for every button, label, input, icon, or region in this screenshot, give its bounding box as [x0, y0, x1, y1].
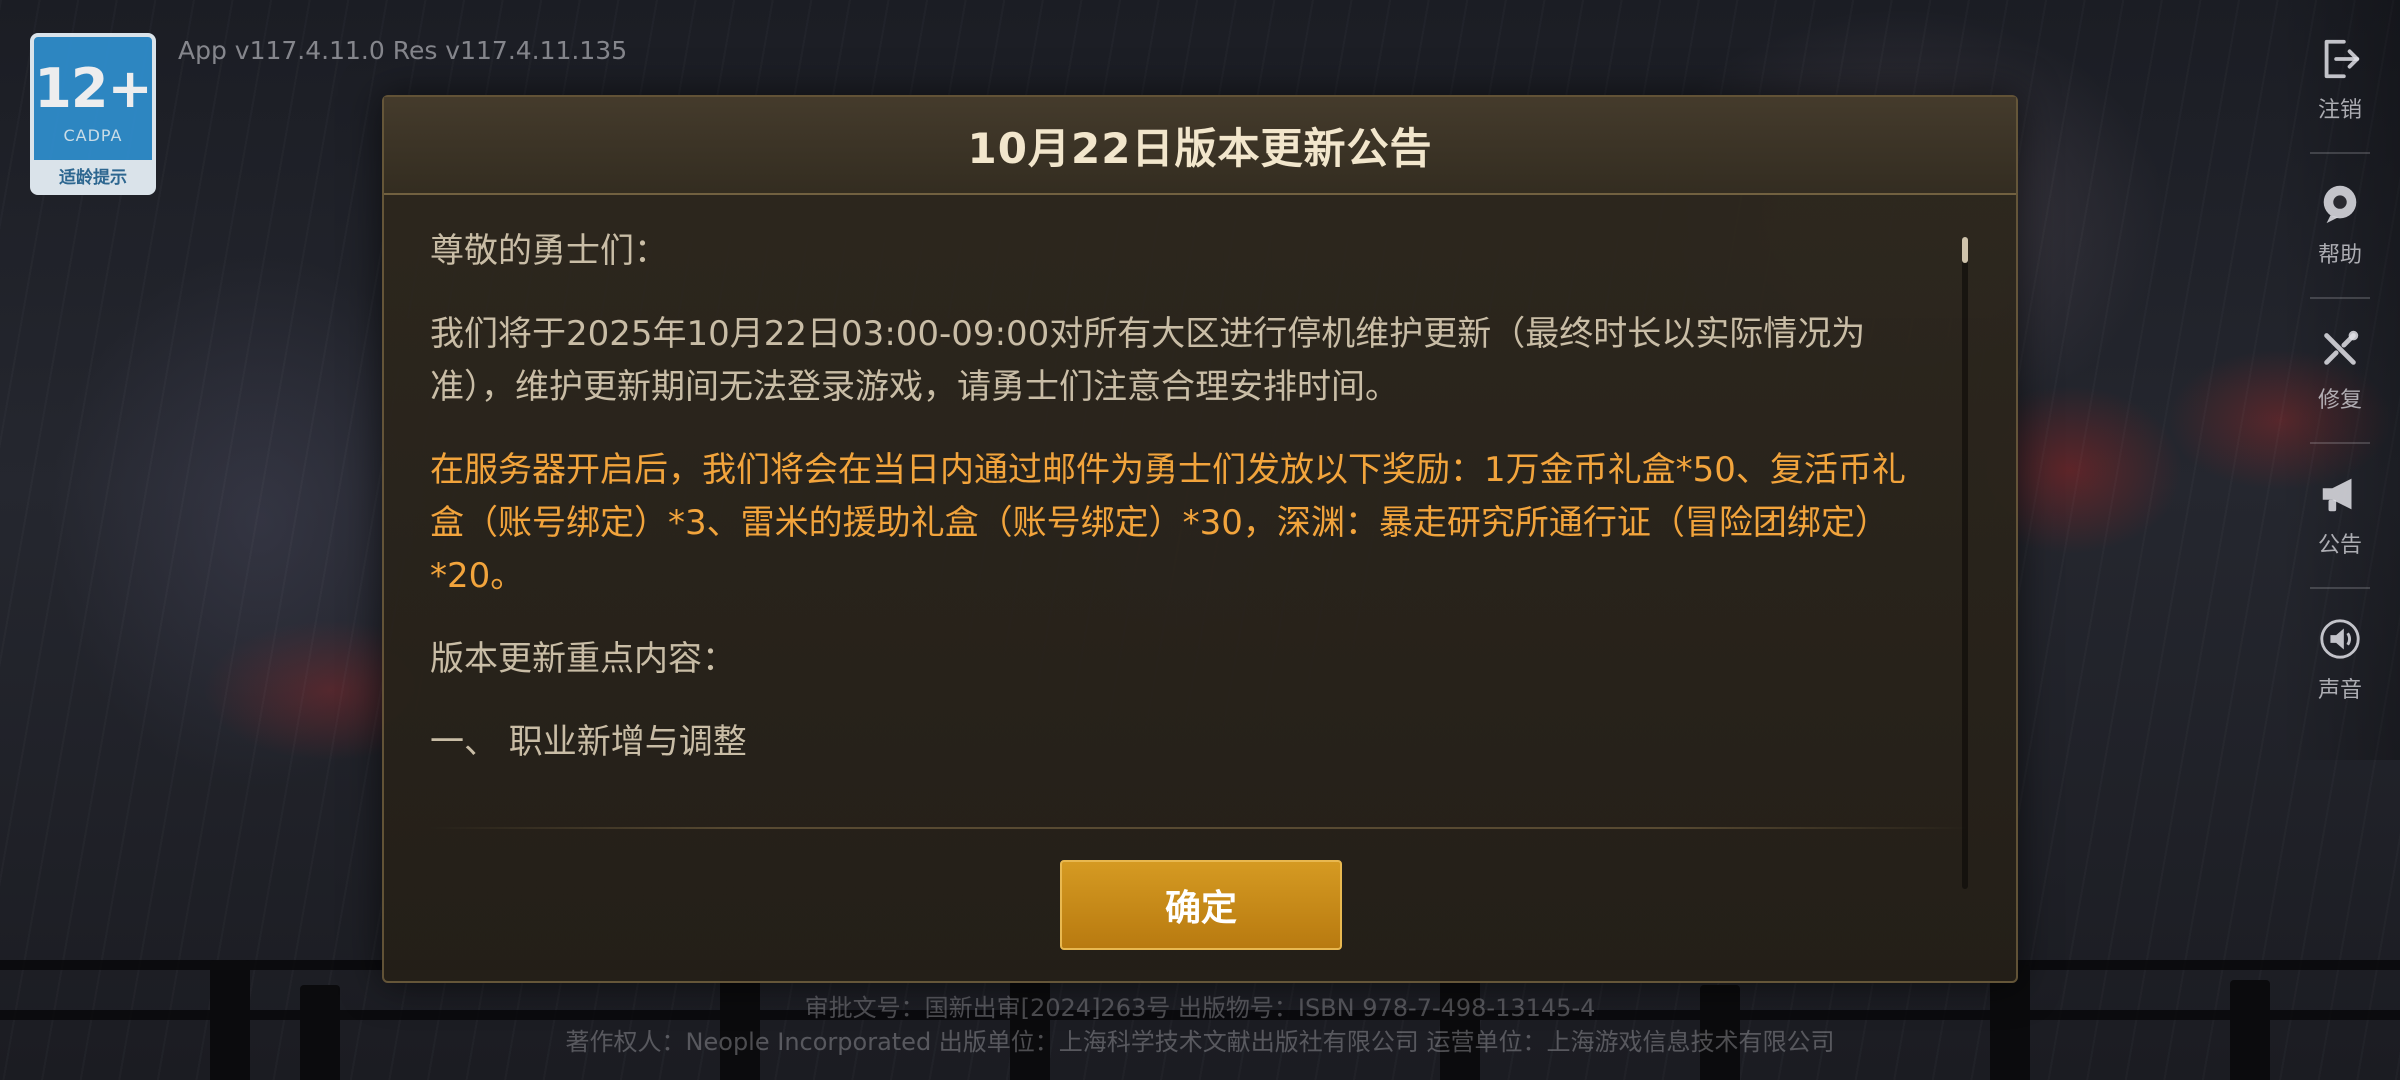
announcement-icon [2322, 478, 2352, 512]
maintenance-text: 我们将于2025年10月22日03:00-09:00对所有大区进行停机维护更新（… [430, 314, 1866, 407]
sidebar-item-label: 注销 [2317, 98, 2362, 123]
game-screen: 12+ CADPA 适龄提示 App v117.4.11.0 Res v117.… [0, 0, 2400, 1080]
sidebar-item-help[interactable]: 帮助 [2280, 165, 2400, 285]
age-rating-org: CADPA [63, 126, 123, 145]
sidebar-item-label: 声音 [2317, 678, 2362, 703]
help-icon [2323, 185, 2357, 224]
content-scrollbar[interactable] [1962, 237, 1968, 889]
age-rating-badge: 12+ CADPA 适龄提示 [30, 33, 156, 195]
sidebar-item-repair[interactable]: 修复 [2280, 310, 2400, 430]
announcement-dialog: 10月22日版本更新公告 尊敬的勇士们： 我们将于2025年10月22日03:0… [382, 95, 2018, 983]
legal-approval-text: 审批文号：国新出审[2024]263号 出版物号：ISBN 978-7-498-… [804, 994, 1596, 1022]
sidebar-item-label: 帮助 [2317, 243, 2362, 268]
sidebar-item-label: 公告 [2317, 533, 2362, 558]
rewards-text: 在服务器开启后，我们将会在当日内通过邮件为勇士们发放以下奖励：1万金币礼盒*50… [430, 450, 1906, 596]
confirm-button[interactable]: 确定 [1060, 860, 1342, 950]
repair-icon [2324, 330, 2359, 365]
scrollbar-thumb[interactable] [1962, 237, 1968, 263]
sound-icon [2320, 619, 2360, 659]
dialog-header: 10月22日版本更新公告 [384, 97, 2016, 195]
logout-icon [2324, 39, 2360, 79]
sidebar-item-label: 修复 [2317, 388, 2362, 413]
right-sidebar: 注销 帮助 修复 公告 声音 [2280, 0, 2400, 760]
announcement-content[interactable]: 尊敬的勇士们： 我们将于2025年10月22日03:00-09:00对所有大区进… [430, 225, 1930, 885]
greeting-text: 尊敬的勇士们： [430, 231, 668, 271]
content-divider [430, 827, 1970, 829]
age-rating-note: 适龄提示 [34, 160, 152, 191]
section-heading: 一、 职业新增与调整 [430, 722, 747, 762]
dialog-title: 10月22日版本更新公告 [967, 123, 1433, 173]
sidebar-item-announcement[interactable]: 公告 [2280, 455, 2400, 575]
legal-copyright-text: 著作权人：Neople Incorporated 出版单位：上海科学技术文献出版… [565, 1028, 1835, 1056]
sidebar-item-logout[interactable]: 注销 [2280, 20, 2400, 140]
age-rating-number: 12+ [34, 57, 152, 120]
version-info: App v117.4.11.0 Res v117.4.11.135 [178, 36, 628, 65]
sidebar-item-sound[interactable]: 声音 [2280, 600, 2400, 720]
highlights-heading: 版本更新重点内容： [430, 639, 736, 679]
